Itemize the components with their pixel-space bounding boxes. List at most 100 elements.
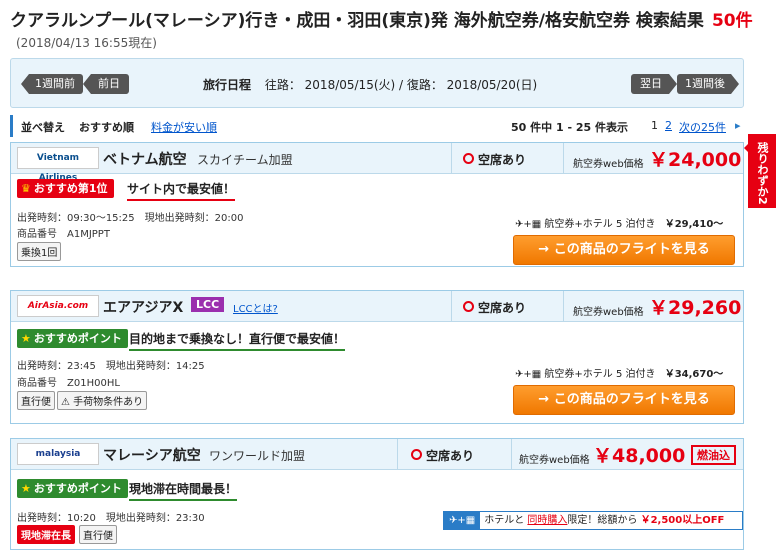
seat-availability: 空席あり [463, 299, 526, 316]
baggage-condition-tag: ⚠ 手荷物条件あり [57, 391, 148, 410]
view-flight-button[interactable]: → この商品のフライトを見る [513, 385, 735, 415]
sort-bar: 並べ替え おすすめ順 料金が安い順 50 件中 1 - 25 件表示 1 2 次… [10, 115, 745, 137]
price: ￥24,000 [649, 149, 742, 171]
result-count: 50件 [711, 11, 753, 31]
lcc-badge: LCC [191, 297, 225, 312]
alliance-label: スカイチーム加盟 [197, 153, 293, 167]
airline-name: エアアジアX [103, 300, 184, 316]
catch-copy: 現地滞在時間最長！ [129, 480, 238, 501]
price: ￥29,260 [649, 297, 742, 319]
seat-text: 空席あり [478, 301, 527, 315]
timestamp: (2018/04/13 16:55現在) [16, 36, 157, 50]
direct-flight-tag: 直行便 [17, 391, 55, 410]
lcc-info-link[interactable]: LCCとは? [233, 300, 278, 315]
sort-label: 並べ替え [21, 121, 65, 134]
page-1[interactable]: 1 [651, 119, 658, 132]
hotel-nights: 5 泊付き [615, 219, 656, 230]
date-navigation-bar: 1週間前 前日 旅行日程 往路： 2018/05/15(火) / 復路： 201… [10, 58, 744, 108]
flight-result-card: AirAsia.com エアアジアX LCC LCCとは? 空席あり 航空券we… [10, 290, 744, 424]
next-arrow-icon[interactable]: ▸ [735, 119, 741, 132]
flight-result-card: Vietnam Airlines ベトナム航空 スカイチーム加盟 空席あり 航空… [10, 142, 744, 267]
hotel-price: ￥34,670〜 [664, 369, 724, 380]
view-flight-button[interactable]: → この商品のフライトを見る [513, 235, 735, 265]
prev-week-button[interactable]: 1週間前 [21, 74, 83, 94]
divider [563, 143, 564, 173]
availability-circle-icon [411, 449, 422, 460]
rank-badge-text: おすすめ第1位 [33, 182, 108, 195]
card-header: Vietnam Airlines ベトナム航空 スカイチーム加盟 空席あり 航空… [11, 143, 743, 183]
price-label: 航空券web価格 [519, 455, 590, 466]
hotel-bundle-promo[interactable]: ✈+▦ ホテルと 同時購入限定！総額から ￥2,500以上OFF [443, 511, 743, 530]
divider [451, 143, 452, 173]
crown-icon: ♛ [21, 182, 31, 195]
price-label: 航空券web価格 [573, 159, 644, 170]
plane-hotel-icon: ✈+▦ [515, 219, 542, 230]
airline-logo: malaysia [17, 443, 99, 465]
airline-name: ベトナム航空 [103, 152, 187, 168]
hotel-nights: 5 泊付き [615, 369, 656, 380]
page-title-text: クアラルンプール(マレーシア)行き・成田・羽田(東京)発 海外航空券/格安航空券… [10, 11, 704, 31]
seat-text: 空席あり [478, 153, 527, 167]
hotel-label: 航空券+ホテル [544, 219, 613, 230]
promo-em: 同時購入 [527, 515, 568, 526]
catch-copy: 目的地まで乗換なし！直行便で最安値！ [129, 330, 346, 351]
price-label: 航空券web価格 [573, 307, 644, 318]
plane-hotel-icon: ✈+▦ [444, 512, 481, 529]
flight-result-card: malaysia マレーシア航空 ワンワールド加盟 空席あり 航空券web価格 … [10, 438, 744, 550]
hotel-label: 航空券+ホテル [544, 369, 613, 380]
sort-cheapest-link[interactable]: 料金が安い順 [151, 119, 217, 135]
card-header: AirAsia.com エアアジアX LCC LCCとは? 空席あり 航空券we… [11, 291, 743, 322]
page-title: クアラルンプール(マレーシア)行き・成田・羽田(東京)発 海外航空券/格安航空券… [10, 6, 753, 31]
availability-circle-icon [463, 301, 474, 312]
badge-text: おすすめポイント [33, 482, 122, 495]
card-header: malaysia マレーシア航空 ワンワールド加盟 空席あり 航空券web価格 … [11, 439, 743, 470]
divider [451, 291, 452, 321]
price: ￥48,000 [593, 445, 686, 467]
promo-mid: 限定！総額から [567, 515, 638, 526]
airline-logo: AirAsia.com [17, 295, 99, 317]
airline-logo: Vietnam Airlines [17, 147, 99, 183]
next-25-link[interactable]: 次の25件 [679, 119, 726, 135]
next-week-button[interactable]: 1週間後 [677, 74, 739, 94]
alliance-label: ワンワールド加盟 [209, 449, 306, 463]
sort-recommended[interactable]: おすすめ順 [79, 119, 134, 135]
seat-availability: 空席あり [463, 151, 526, 168]
itinerary: 旅行日程 往路： 2018/05/15(火) / 復路： 2018/05/20(… [203, 76, 537, 93]
hotel-package-info: ✈+▦ 航空券+ホテル 5 泊付き ￥34,670〜 [515, 365, 723, 380]
transfer-tag: 乗換1回 [17, 242, 62, 261]
promo-discount: ￥2,500以上OFF [640, 515, 725, 526]
direct-flight-tag: 直行便 [79, 525, 117, 544]
catch-copy: サイト内で最安値！ [127, 180, 236, 201]
prev-day-button[interactable]: 前日 [83, 74, 129, 94]
hotel-price: ￥29,410〜 [664, 219, 724, 230]
result-range: 50 件中 1 - 25 件表示 [511, 121, 628, 134]
seat-availability: 空席あり [411, 447, 474, 464]
hotel-package-info: ✈+▦ 航空券+ホテル 5 泊付き ￥29,410〜 [515, 215, 723, 230]
recommend-point-badge: ★ おすすめポイント [17, 329, 128, 348]
itinerary-label: 旅行日程 [203, 78, 252, 92]
product-number: 商品番号 Z01H00HL [17, 378, 120, 389]
star-icon: ★ [21, 332, 31, 345]
page-2-link[interactable]: 2 [665, 119, 672, 132]
rank-badge: ♛ おすすめ第1位 [17, 179, 114, 198]
badge-text: おすすめポイント [33, 332, 122, 345]
airline-name: マレーシア航空 [103, 448, 201, 464]
recommend-point-badge: ★ おすすめポイント [17, 479, 128, 498]
divider [397, 439, 398, 469]
availability-circle-icon [463, 153, 474, 164]
long-stay-tag: 現地滞在長 [17, 525, 75, 544]
product-number: 商品番号 A1MJPPT [17, 229, 110, 240]
few-seats-left-badge: 残りわずか2席 [728, 134, 776, 208]
divider [511, 439, 512, 469]
star-icon: ★ [21, 482, 31, 495]
next-day-button[interactable]: 翌日 [631, 74, 677, 94]
seat-text: 空席あり [426, 449, 475, 463]
departure-times: 出発時刻：23:45 現地出発時刻：14:25 [17, 361, 205, 372]
divider [563, 291, 564, 321]
departure-times: 出発時刻：09:30〜15:25 現地出発時刻：20:00 [17, 213, 244, 224]
departure-times: 出発時刻：10:20 現地出発時刻：23:30 [17, 513, 205, 524]
fuel-included-badge: 燃油込 [691, 445, 736, 465]
itinerary-dates: 往路： 2018/05/15(火) / 復路： 2018/05/20(日) [264, 78, 538, 92]
plane-hotel-icon: ✈+▦ [515, 369, 542, 380]
promo-pre: ホテルと [484, 515, 525, 526]
